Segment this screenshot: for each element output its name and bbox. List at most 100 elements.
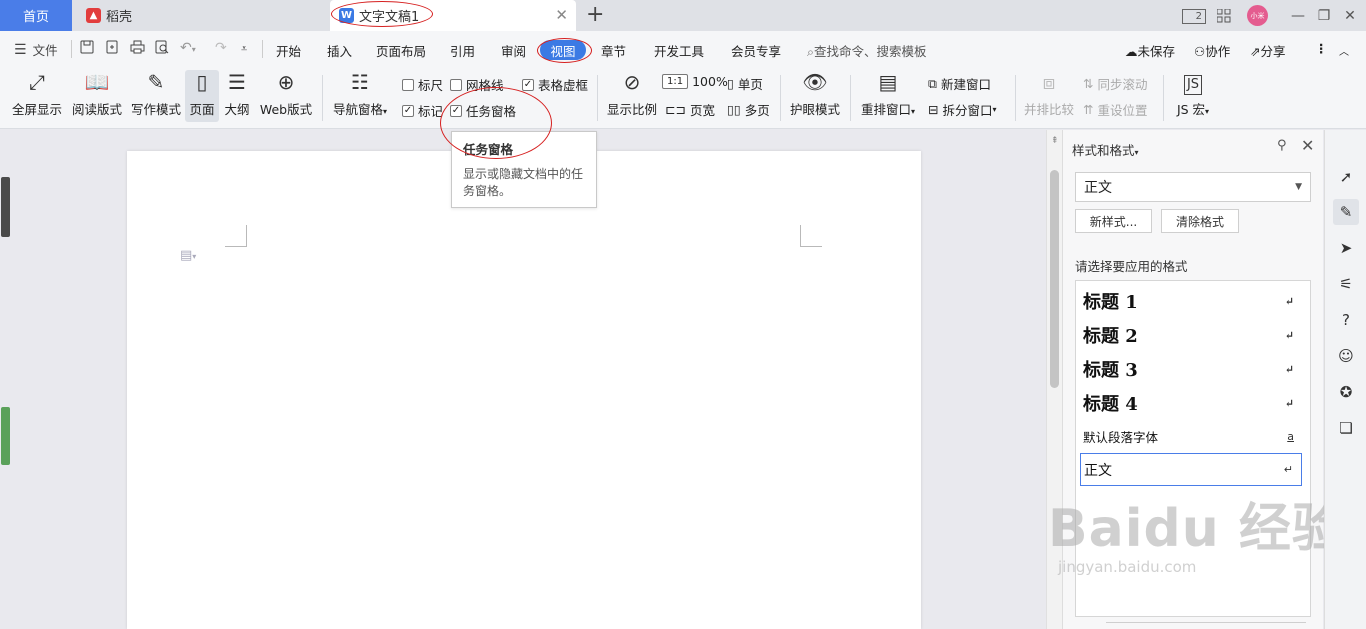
pen-icon: ✎ (147, 70, 165, 94)
zoom-100-button[interactable]: 1:1 100% (662, 74, 728, 89)
sync-scroll-button[interactable]: ⇅ 同步滚动 (1083, 74, 1148, 93)
close-tab-icon[interactable]: ✕ (555, 8, 568, 23)
gridlines-checkbox[interactable]: 网格线 (450, 75, 504, 94)
style-heading-4[interactable]: 标题 4 ↵ (1080, 387, 1302, 419)
marks-checkbox[interactable]: ✓ 标记 (402, 101, 443, 120)
outline-view-button[interactable]: ☰ 大纲 (221, 70, 253, 122)
share-button[interactable]: ⇗分享 (1250, 41, 1286, 60)
writer-doc-icon: W (339, 8, 354, 23)
clear-format-button[interactable]: 清除格式 (1161, 209, 1239, 233)
style-heading-1[interactable]: 标题 1 ↵ (1080, 285, 1302, 317)
collaborate-button[interactable]: ⚇协作 (1194, 41, 1230, 60)
collapse-ribbon-icon[interactable]: ︿ (1339, 43, 1349, 58)
user-avatar[interactable]: 小米 (1247, 5, 1268, 26)
menu-chapter[interactable]: 章节 (601, 41, 626, 60)
reading-mode-button[interactable]: 📖 阅读版式 (68, 70, 126, 122)
new-tab-button[interactable]: + (586, 3, 604, 27)
menu-page-layout[interactable]: 页面布局 (376, 41, 426, 60)
style-default-paragraph-font[interactable]: 默认段落字体 a (1080, 423, 1302, 449)
style-normal[interactable]: 正文 ↵ (1080, 453, 1302, 486)
writing-mode-button[interactable]: ✎ 写作模式 (127, 70, 185, 122)
home-tab[interactable]: 首页 (0, 0, 72, 31)
settings-sliders-icon[interactable]: ⚟ (1333, 271, 1359, 297)
checkmark-icon: ✓ (450, 104, 462, 117)
style-heading-2[interactable]: 标题 2 ↵ (1080, 319, 1302, 351)
style-label: 默认段落字体 (1083, 429, 1159, 445)
file-menu[interactable]: ☰ 文件 (14, 40, 58, 59)
menu-developer[interactable]: 开发工具 (654, 41, 704, 60)
checkbox-unchecked (402, 78, 414, 91)
bot-icon[interactable]: ☺ (1333, 343, 1359, 369)
character-style-icon: a (1287, 429, 1294, 443)
lightbulb-icon[interactable]: ✪ (1333, 379, 1359, 405)
table-gridlines-checkbox[interactable]: ✓ 表格虚框 (522, 75, 588, 94)
document-page[interactable]: ▤▾ (127, 151, 921, 629)
new-style-button[interactable]: 新样式... (1075, 209, 1152, 233)
command-search[interactable]: ⌕查找命令、搜索模板 (807, 41, 927, 60)
zoom-ratio-button[interactable]: ⊘ 显示比例 (604, 70, 660, 122)
menu-references[interactable]: 引用 (450, 41, 475, 60)
web-view-button[interactable]: ⊕ Web版式 (256, 70, 316, 122)
js-macro-button[interactable]: JS JS 宏▾ (1170, 70, 1216, 122)
print-icon[interactable] (130, 40, 145, 58)
export-pdf-icon[interactable] (105, 40, 119, 58)
side-by-side-button[interactable]: ⧈ 并排比较 (1021, 70, 1077, 122)
unsaved-status[interactable]: ☁未保存 (1125, 41, 1175, 60)
page-label: 页面 (189, 102, 215, 117)
scroll-up-icon[interactable]: ⇞ (1051, 136, 1059, 146)
rearrange-label: 重排窗口▾ (860, 102, 916, 117)
rocket-icon[interactable]: ➚ (1333, 164, 1359, 190)
help-icon[interactable]: ? (1333, 307, 1359, 333)
nav-pane-label: 导航窗格▾ (332, 102, 388, 117)
unsaved-label: 未保存 (1137, 44, 1176, 59)
current-style-select[interactable]: 正文 ▼ (1075, 172, 1311, 202)
restore-icon[interactable]: ❐ (1314, 6, 1334, 26)
left-handle-green[interactable] (1, 407, 10, 465)
pen-icon[interactable]: ✎ (1333, 199, 1359, 225)
pin-icon[interactable]: ⚲ (1277, 138, 1287, 153)
nav-pane-button[interactable]: ☷ 导航窗格▾ (330, 70, 390, 122)
book-icon[interactable]: ❏ (1333, 415, 1359, 441)
tooltip-title: 任务窗格 (463, 142, 514, 157)
redo-icon[interactable]: ↷ (215, 40, 227, 56)
search-placeholder: 查找命令、搜索模板 (814, 44, 927, 59)
reset-position-button[interactable]: ⇈ 重设位置 (1083, 100, 1148, 119)
close-window-icon[interactable]: ✕ (1340, 6, 1360, 26)
page-view-button[interactable]: ▯ 页面 (185, 70, 219, 122)
customize-toolbar-icon[interactable]: ⩡ (241, 42, 247, 56)
split-window-button[interactable]: ⊟ 拆分窗口 ▾ (928, 100, 997, 119)
menu-member[interactable]: 会员专享 (731, 41, 781, 60)
page-width-button[interactable]: ⊏⊐ 页宽 (665, 100, 715, 119)
task-pane-checkbox[interactable]: ✓ 任务窗格 (450, 101, 516, 120)
rearrange-window-button[interactable]: ▤ 重排窗口▾ (857, 70, 919, 122)
pane-scrollbar[interactable] (1106, 622, 1306, 629)
undo-icon[interactable]: ↶▾ (180, 40, 196, 56)
eye-protect-button[interactable]: 👁 护眼模式 (787, 70, 843, 122)
save-icon[interactable] (80, 40, 94, 58)
eye-icon: 👁 (802, 70, 828, 94)
apps-grid-icon[interactable] (1214, 6, 1234, 26)
more-options-icon[interactable]: ⋮ (1315, 41, 1328, 56)
multi-page-button[interactable]: ▯▯ 多页 (727, 100, 770, 119)
minimize-icon[interactable]: — (1288, 6, 1308, 26)
close-icon[interactable]: ✕ (1301, 136, 1314, 155)
paragraph-menu-icon[interactable]: ▤▾ (180, 248, 196, 263)
ruler-checkbox[interactable]: 标尺 (402, 75, 443, 94)
tab-document[interactable]: W 文字文稿1 ✕ (330, 0, 576, 31)
style-heading-3[interactable]: 标题 3 ↵ (1080, 353, 1302, 385)
one-page-button[interactable]: ▯ 单页 (727, 74, 763, 93)
print-preview-icon[interactable] (155, 40, 169, 58)
menu-view[interactable]: 视图 (540, 40, 586, 60)
tab-daoke[interactable]: ▲ 稻壳 (74, 0, 326, 31)
new-window-button[interactable]: ⧉ 新建窗口 (928, 74, 991, 93)
menu-start[interactable]: 开始 (276, 41, 301, 60)
menu-insert[interactable]: 插入 (327, 41, 352, 60)
fullscreen-button[interactable]: ⤢ 全屏显示 (8, 70, 66, 122)
left-handle[interactable] (1, 177, 10, 237)
layout-switch-icon[interactable]: 2 (1181, 6, 1207, 26)
scroll-thumb[interactable] (1050, 170, 1059, 388)
cursor-icon[interactable]: ➤ (1333, 235, 1359, 261)
js-macro-label: JS 宏▾ (1176, 102, 1210, 117)
pane-title[interactable]: 样式和格式▾ (1072, 140, 1139, 159)
menu-review[interactable]: 审阅 (501, 41, 526, 60)
